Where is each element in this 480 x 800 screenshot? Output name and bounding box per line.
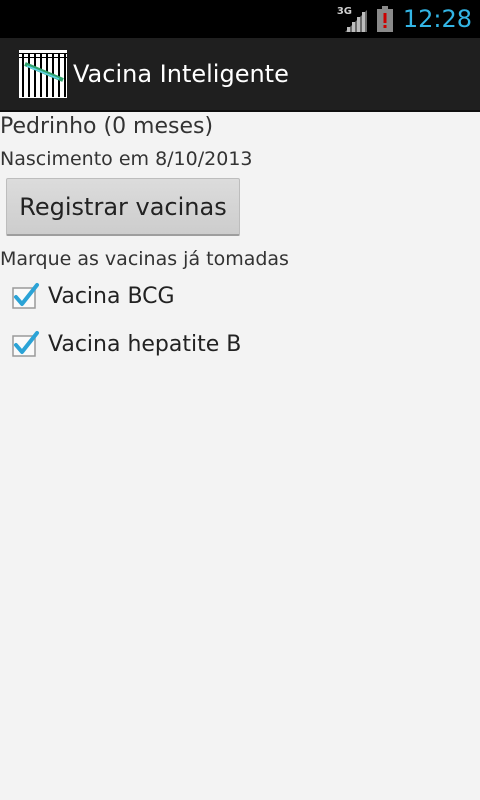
vaccine-item-hepatite-b[interactable]: Vacina hepatite B <box>10 324 241 364</box>
action-bar: Vacina Inteligente <box>0 38 480 112</box>
vaccine-item-bcg[interactable]: Vacina BCG <box>10 276 175 316</box>
instructions-label: Marque as vacinas já tomadas <box>0 248 289 270</box>
child-name: Pedrinho (0 meses) <box>0 114 214 139</box>
app-title: Vacina Inteligente <box>73 60 289 88</box>
birth-date: Nascimento em 8/10/2013 <box>0 148 253 170</box>
app-logo-icon[interactable] <box>19 50 67 98</box>
register-vaccines-button[interactable]: Registrar vacinas <box>6 178 240 236</box>
checkbox-checked-icon[interactable] <box>10 281 40 311</box>
vaccine-label: Vacina hepatite B <box>48 331 242 357</box>
vaccine-label: Vacina BCG <box>48 283 175 309</box>
status-bar: 3G 12:28 <box>0 0 480 38</box>
checkbox-checked-icon[interactable] <box>10 329 40 359</box>
clock: 12:28 <box>402 5 472 33</box>
signal-icon: 3G <box>337 6 367 32</box>
status-icons: 3G 12:28 <box>337 0 472 38</box>
battery-alert-icon <box>376 6 393 32</box>
